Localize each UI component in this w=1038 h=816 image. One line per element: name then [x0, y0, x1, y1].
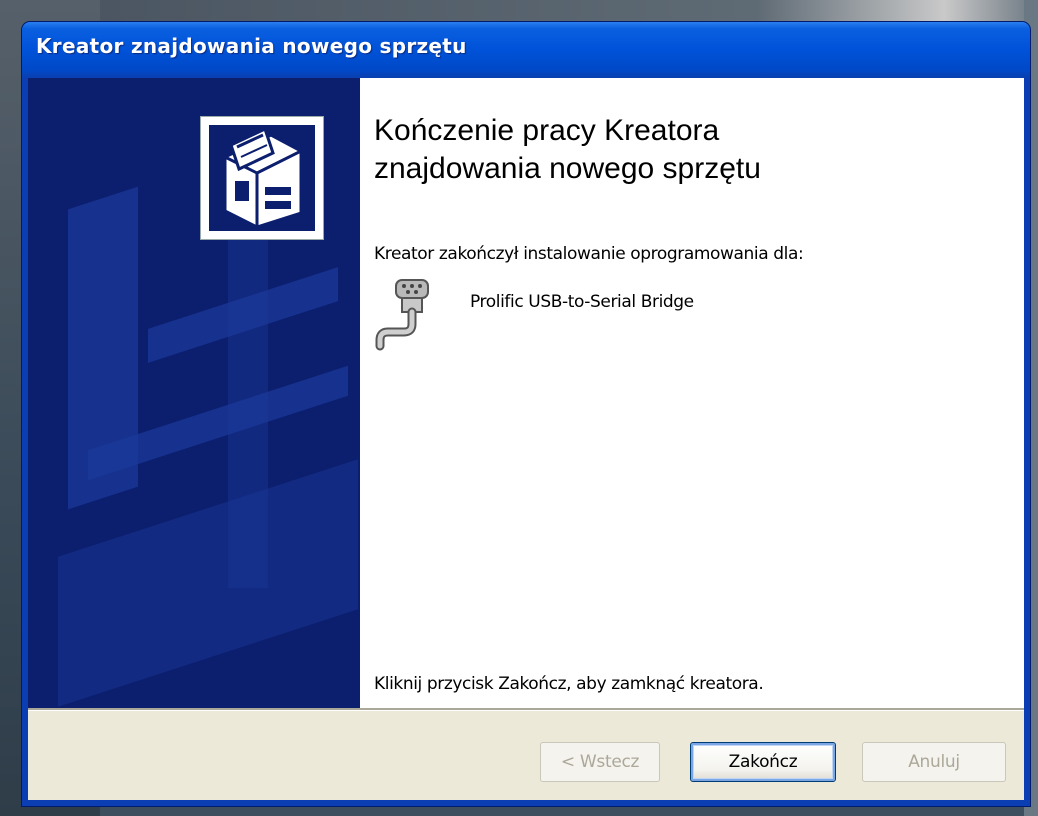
installed-device: Prolific USB-to-Serial Bridge: [374, 274, 874, 354]
wizard-window: Kreator znajdowania nowego sprzętu Kończ…: [22, 22, 1030, 806]
intro-text: Kreator zakończył instalowanie oprogramo…: [374, 244, 804, 264]
page-title: Kończenie pracy Kreatora znajdowania now…: [374, 112, 974, 188]
hardware-wizard-icon: [200, 116, 324, 240]
back-button[interactable]: < Wstecz: [540, 742, 660, 782]
wizard-content: Kończenie pracy Kreatora znajdowania now…: [360, 78, 1024, 708]
window-title: Kreator znajdowania nowego sprzętu: [36, 34, 467, 58]
page-title-line2: znajdowania nowego sprzętu: [374, 152, 761, 185]
finish-button[interactable]: Zakończ: [690, 742, 836, 782]
side-panel-decoration: [228, 228, 268, 588]
finish-instruction: Kliknij przycisk Zakończ, aby zamknąć kr…: [374, 674, 764, 694]
serial-port-icon: [374, 274, 434, 354]
cancel-button[interactable]: Anuluj: [862, 742, 1006, 782]
wizard-client-area: Kończenie pracy Kreatora znajdowania now…: [28, 78, 1024, 800]
page-title-line1: Kończenie pracy Kreatora: [374, 114, 720, 147]
device-name: Prolific USB-to-Serial Bridge: [470, 292, 694, 312]
wizard-side-panel: [28, 78, 360, 708]
button-separator: [28, 708, 1024, 711]
title-bar[interactable]: Kreator znajdowania nowego sprzętu: [22, 22, 1030, 78]
